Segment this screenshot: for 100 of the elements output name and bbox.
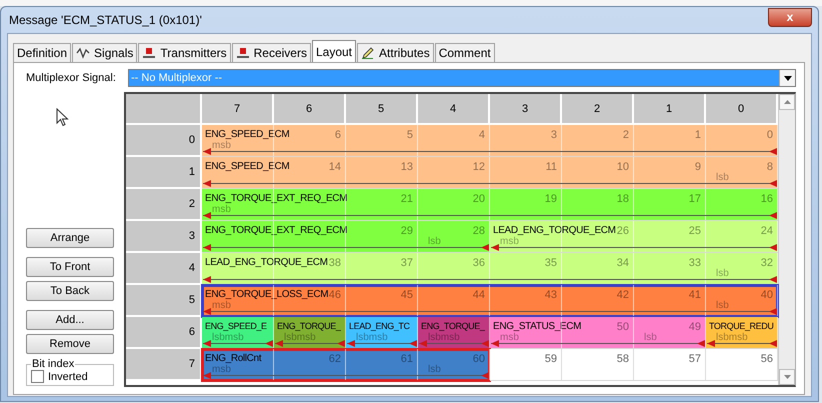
bit-number: 45 — [400, 289, 413, 301]
signal-block[interactable]: ENG_SPEED_ECM 14 13 12 11 10 9 8 lsb — [202, 157, 778, 189]
pencil-icon — [361, 47, 376, 59]
signal-block[interactable]: ENG_STATUS_ECM msb 50 49 lsb — [490, 317, 706, 349]
checkbox-label: Inverted — [48, 370, 88, 382]
inverted-checkbox[interactable] — [31, 370, 44, 383]
bit-number: 0 — [766, 129, 773, 141]
signal-block[interactable]: LEAD_ENG_TORQUE_ECM38 37 36 35 34 33 32 lsb — [202, 253, 778, 285]
bit-number: 37 — [400, 257, 413, 269]
bit-marker: msb — [500, 332, 519, 343]
signal-block[interactable]: ENG_TORQUE_EXT_REQ_ECM 29 28 lsb — [202, 221, 490, 253]
column-header: 7 — [202, 94, 274, 125]
signal-name: ENG_SPEED_ECM — [205, 129, 290, 140]
signal-name: ENG_RollCnt — [205, 353, 262, 364]
tab[interactable]: Signals — [72, 43, 138, 62]
bit-marker: lsbmsb — [428, 332, 460, 343]
bit-number: 24 — [760, 225, 773, 237]
signal-block[interactable]: ENG_SPEED_E lsbmsb — [202, 317, 274, 349]
bit-number: 17 — [688, 193, 701, 205]
signal-name: ENG_TORQUE_LOSS_ECM — [205, 289, 328, 300]
row-header: 4 — [126, 253, 202, 285]
bit-marker: lsbmsb — [356, 332, 388, 343]
bit-marker: lsb — [428, 236, 441, 247]
tab[interactable]: Receivers — [232, 43, 311, 62]
signal-block[interactable]: ENG_RollCnt msb 62 61 60 lsb — [202, 349, 490, 381]
bit-marker: lsb — [428, 364, 441, 375]
signal-name: ENG_TORQUE_EXT_REQ_ECM — [205, 225, 348, 236]
column-header: 6 — [274, 94, 346, 125]
bit-number: 62 — [328, 353, 341, 365]
bit-number: 28 — [472, 225, 485, 237]
scroll-down-icon — [784, 375, 790, 379]
signal-block[interactable]: ENG_TORQUE_LOSS_ECM msb 46 45 44 43 42 41 40 lsb — [202, 285, 778, 317]
bit-number: 38 — [328, 257, 341, 269]
signal-block[interactable]: LEAD_ENG_TC lsbmsb — [346, 317, 418, 349]
bit-number: 61 — [400, 353, 413, 365]
bit-number: 35 — [544, 257, 557, 269]
bit-marker: lsbmsb — [716, 332, 748, 343]
signal-block[interactable]: ENG_SPEED_ECM msb 6 5 4 3 2 1 0 — [202, 125, 778, 157]
bit-number: 46 — [328, 289, 341, 301]
bit-range-line-drawing — [419, 340, 489, 347]
bit-number: 32 — [760, 257, 773, 269]
bit-number: 10 — [616, 161, 629, 173]
signal-block[interactable]: ENG_TORQUE_ lsbmsb — [418, 317, 490, 349]
row-header: 3 — [126, 221, 202, 253]
dropdown-arrow-icon — [784, 76, 792, 80]
action-button[interactable]: Remove — [26, 334, 114, 354]
column-header: 2 — [562, 94, 634, 125]
scrollbar[interactable] — [778, 94, 795, 385]
bit-number: 16 — [760, 193, 773, 205]
tab[interactable]: Comment — [434, 43, 495, 62]
signal-name: LEAD_ENG_TC — [349, 321, 410, 331]
bit-marker: lsb — [716, 300, 729, 311]
bit-number: 21 — [400, 193, 413, 205]
bit-marker: msb — [500, 236, 519, 247]
scroll-up-icon — [784, 100, 790, 104]
bit-marker: lsb — [716, 172, 729, 183]
signal-block[interactable]: ENG_TORQUE_ lsbmsb — [274, 317, 346, 349]
bit-number: 60 — [472, 353, 485, 365]
column-header: 3 — [490, 94, 562, 125]
bit-range-line-drawing — [707, 340, 777, 347]
signal-name: ENG_STATUS_ECM — [493, 321, 582, 332]
bit-number: 41 — [688, 289, 701, 301]
bit-range-line-drawing — [347, 340, 417, 347]
bit-marker: lsb — [644, 332, 657, 343]
tab[interactable]: Layout — [312, 40, 356, 62]
bit-number: 58 — [616, 353, 629, 365]
window-title: Message 'ECM_STATUS_1 (0x101)' — [8, 13, 202, 27]
bit-marker: msb — [212, 140, 231, 151]
bit-number: 25 — [688, 225, 701, 237]
action-button[interactable]: To Front — [26, 257, 114, 277]
bit-number: 26 — [616, 225, 629, 237]
tab[interactable]: Attributes — [357, 43, 434, 62]
tab[interactable]: Transmitters — [138, 43, 231, 62]
row-header: 6 — [126, 317, 202, 349]
signal-name: TORQUE_REDU — [709, 321, 774, 331]
bit-number: 57 — [688, 353, 701, 365]
tab[interactable]: Definition — [13, 43, 72, 62]
signal-block[interactable]: TORQUE_REDU lsbmsb — [706, 317, 778, 349]
bit-number: 44 — [472, 289, 485, 301]
multiplexor-label: Multiplexor Signal: — [26, 72, 117, 84]
signal-block[interactable]: LEAD_ENG_TORQUE_ECM msb 26 25 24 — [490, 221, 778, 253]
empty-block[interactable]: 59 58 57 56 — [490, 349, 778, 381]
bit-number: 3 — [550, 129, 557, 141]
action-button[interactable]: Arrange — [26, 228, 114, 248]
column-header: 1 — [634, 94, 706, 125]
bit-number: 8 — [766, 161, 773, 173]
bit-number: 59 — [544, 353, 557, 365]
bit-number: 9 — [694, 161, 701, 173]
row-header: 0 — [126, 125, 202, 157]
signal-wave-icon — [76, 47, 90, 59]
action-button[interactable]: Add... — [26, 310, 114, 330]
bit-number: 12 — [472, 161, 485, 173]
signal-name: LEAD_ENG_TORQUE_ECM — [493, 225, 616, 236]
bit-number: 1 — [694, 129, 701, 141]
signal-block[interactable]: ENG_TORQUE_EXT_REQ_ECM msb 21 20 19 18 17 16 — [202, 189, 778, 221]
mouse-cursor-icon — [56, 108, 69, 127]
column-header: 0 — [706, 94, 778, 125]
action-button[interactable]: To Back — [26, 281, 114, 301]
bit-number: 34 — [616, 257, 629, 269]
bit-number: 42 — [616, 289, 629, 301]
